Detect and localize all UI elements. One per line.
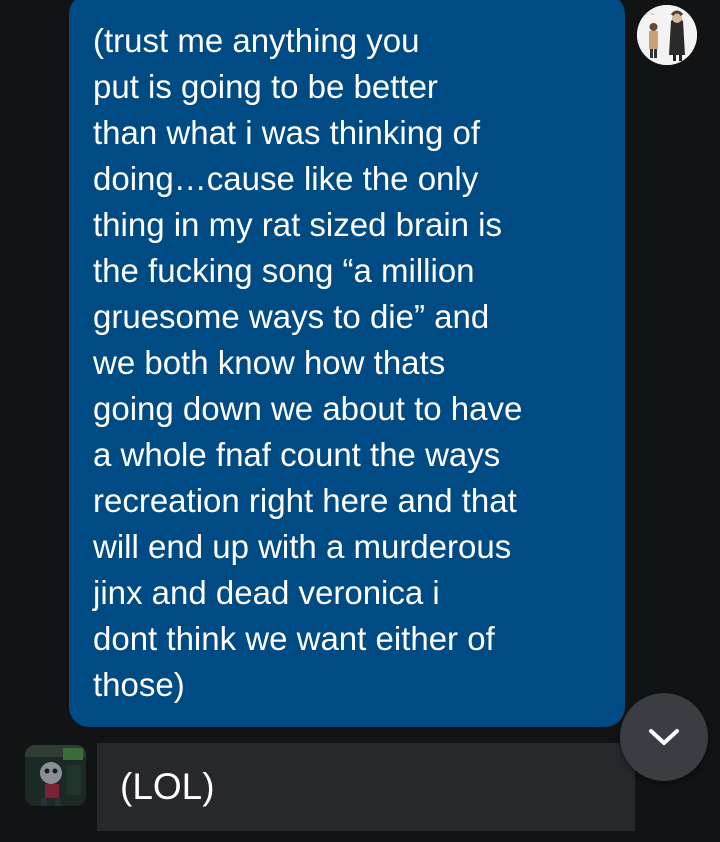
- svg-text:~ ~: ~ ~: [643, 11, 655, 18]
- own-avatar[interactable]: ~ ~: [637, 5, 697, 65]
- contact-avatar-image: [25, 745, 86, 806]
- outgoing-message-text: (trust me anything you put is going to b…: [93, 22, 523, 703]
- incoming-message-bubble[interactable]: (LOL): [97, 743, 635, 831]
- contact-avatar[interactable]: [25, 745, 86, 806]
- scroll-to-bottom-button[interactable]: [620, 693, 708, 781]
- incoming-message-text: (LOL): [120, 766, 215, 807]
- outgoing-message-bubble[interactable]: (trust me anything you put is going to b…: [69, 0, 625, 727]
- own-avatar-image: ~ ~: [637, 5, 697, 65]
- chevron-down-icon: [649, 729, 679, 745]
- chat-view: (trust me anything you put is going to b…: [0, 0, 720, 842]
